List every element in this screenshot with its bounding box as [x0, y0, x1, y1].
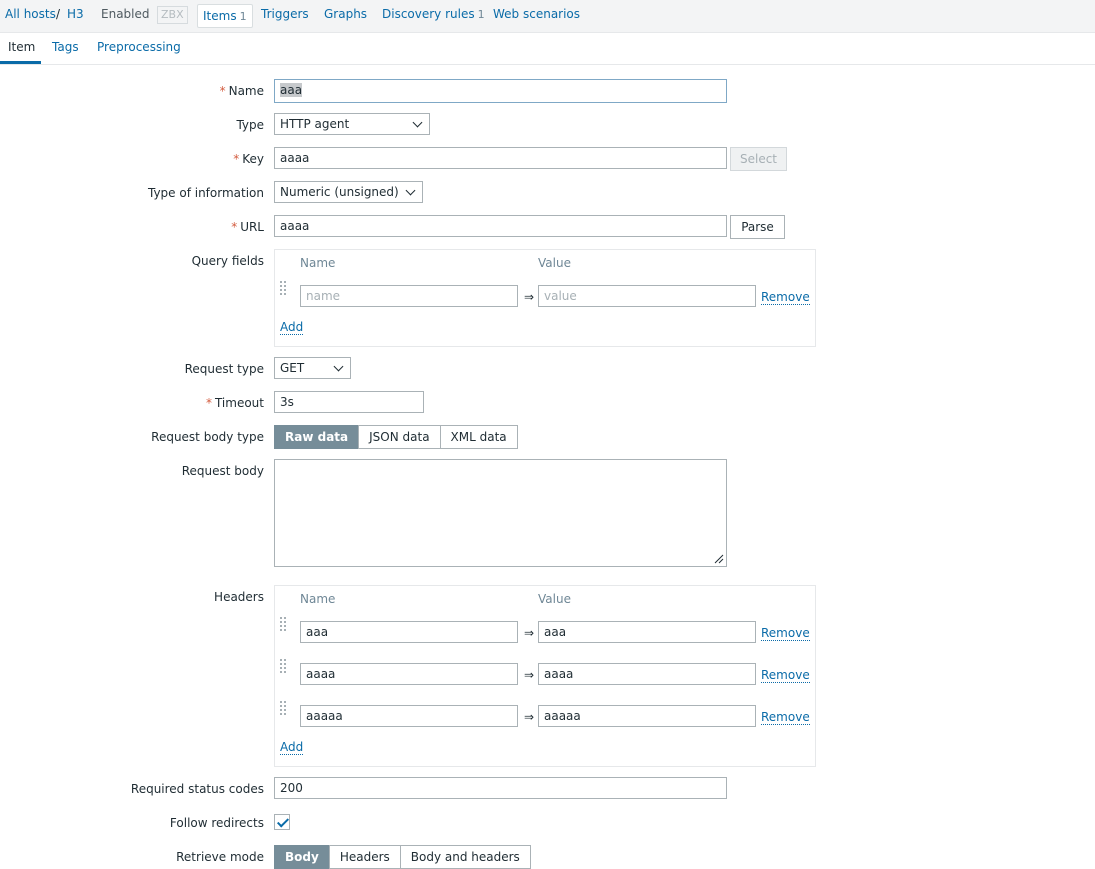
resize-handle-icon[interactable]	[714, 554, 724, 564]
drag-handle-icon[interactable]	[280, 281, 288, 297]
discovery-rules-link[interactable]: Discovery rules	[382, 7, 475, 21]
timeout-field[interactable]	[274, 391, 424, 413]
url-label-text: URL	[240, 220, 264, 234]
web-scenarios-link[interactable]: Web scenarios	[493, 7, 580, 21]
url-field[interactable]	[274, 215, 727, 237]
triggers-link[interactable]: Triggers	[261, 7, 309, 21]
discovery-count: 1	[477, 8, 485, 21]
follow-redirects-checkbox[interactable]	[274, 814, 290, 830]
header-value-input[interactable]	[538, 663, 756, 685]
timeout-label: * Timeout	[206, 396, 264, 410]
checkmark-icon	[276, 815, 290, 828]
key-field[interactable]	[274, 147, 727, 169]
host-navigation: All hosts / H3 Enabled ZBX Items 1 Trigge…	[0, 0, 1095, 33]
required-marker: *	[231, 220, 238, 234]
headers-table: Name Value ⇒ Remove ⇒ Remove ⇒ Remove Ad…	[274, 585, 816, 767]
header-name-input[interactable]	[300, 621, 518, 643]
discovery-rules-tab[interactable]: Discovery rules 1	[382, 7, 485, 21]
type-of-information-label: Type of information	[147, 186, 264, 200]
active-tab-indicator	[0, 61, 41, 64]
request-body-type-segmented: Raw data JSON data XML data	[274, 425, 518, 449]
query-fields-table: Name Value ⇒ Remove Add	[274, 249, 816, 347]
name-field[interactable]: aaa	[274, 79, 727, 103]
query-name-input[interactable]	[300, 285, 518, 307]
breadcrumb-separator: /	[56, 7, 61, 21]
headers-value-header: Value	[538, 592, 571, 606]
type-of-information-select[interactable]: Numeric (unsigned)	[274, 181, 423, 203]
body-and-headers-option[interactable]: Body and headers	[399, 845, 531, 869]
name-label: * Name	[220, 84, 264, 98]
headers-add-link[interactable]: Add	[280, 740, 304, 755]
key-label-text: Key	[242, 152, 264, 166]
graphs-link[interactable]: Graphs	[324, 7, 367, 21]
query-add-link[interactable]: Add	[280, 320, 304, 335]
query-name-header: Name	[300, 256, 336, 270]
arrow-icon: ⇒	[524, 668, 535, 682]
arrow-icon: ⇒	[524, 710, 535, 724]
type-label: Type	[236, 118, 264, 132]
tab-item[interactable]: Item	[8, 40, 35, 54]
tab-tags[interactable]: Tags	[52, 40, 79, 54]
items-count: 1	[239, 10, 247, 23]
items-link[interactable]: Items	[203, 9, 237, 23]
body-option[interactable]: Body	[274, 845, 330, 869]
tab-preprocessing[interactable]: Preprocessing	[97, 40, 181, 54]
request-body-type-label: Request body type	[151, 430, 264, 444]
chevron-down-icon	[405, 185, 416, 196]
query-remove-link[interactable]: Remove	[761, 290, 810, 305]
type-of-information-value: Numeric (unsigned)	[280, 185, 399, 199]
headers-label: Headers	[214, 590, 264, 604]
status-codes-field[interactable]	[274, 777, 727, 799]
request-type-select[interactable]: GET	[274, 357, 351, 379]
headers-option[interactable]: Headers	[328, 845, 401, 869]
xml-data-option[interactable]: XML data	[439, 425, 518, 449]
type-value: HTTP agent	[280, 117, 350, 131]
header-value-input[interactable]	[538, 621, 756, 643]
zbx-availability-badge: ZBX	[157, 6, 188, 24]
key-label: * Key	[233, 152, 264, 166]
request-body-textarea[interactable]	[274, 459, 727, 567]
header-value-input[interactable]	[538, 705, 756, 727]
key-select-button[interactable]: Select	[730, 147, 787, 171]
arrow-icon: ⇒	[524, 290, 535, 304]
header-remove-link[interactable]: Remove	[761, 626, 810, 641]
follow-redirects-label: Follow redirects	[169, 816, 264, 830]
name-value: aaa	[280, 83, 303, 97]
host-status: Enabled	[101, 7, 150, 21]
required-marker: *	[233, 152, 240, 166]
drag-handle-icon[interactable]	[280, 617, 288, 633]
query-value-input[interactable]	[538, 285, 756, 307]
query-value-header: Value	[538, 256, 571, 270]
request-type-label: Request type	[184, 362, 264, 376]
arrow-icon: ⇒	[524, 626, 535, 640]
host-link[interactable]: H3	[67, 7, 84, 21]
header-name-input[interactable]	[300, 705, 518, 727]
headers-name-header: Name	[300, 592, 336, 606]
query-fields-label: Query fields	[191, 254, 264, 268]
required-marker: *	[205, 396, 212, 410]
request-body-label: Request body	[181, 464, 264, 478]
drag-handle-icon[interactable]	[280, 659, 288, 675]
type-select[interactable]: HTTP agent	[274, 113, 430, 135]
raw-data-option[interactable]: Raw data	[274, 425, 360, 449]
chevron-down-icon	[412, 117, 423, 128]
name-label-text: Name	[228, 84, 264, 98]
header-remove-link[interactable]: Remove	[761, 668, 810, 683]
retrieve-mode-segmented: Body Headers Body and headers	[274, 845, 531, 869]
chevron-down-icon	[333, 361, 344, 372]
timeout-label-text: Timeout	[214, 396, 264, 410]
all-hosts-link[interactable]: All hosts	[5, 7, 56, 21]
request-type-value: GET	[280, 361, 305, 375]
retrieve-mode-label: Retrieve mode	[176, 850, 264, 864]
header-remove-link[interactable]: Remove	[761, 710, 810, 725]
url-label: * URL	[231, 220, 264, 234]
form-tabs: Item Tags Preprocessing	[0, 32, 1095, 65]
status-codes-label: Required status codes	[130, 782, 264, 796]
items-tab[interactable]: Items 1	[197, 4, 253, 28]
json-data-option[interactable]: JSON data	[358, 425, 441, 449]
drag-handle-icon[interactable]	[280, 701, 288, 717]
required-marker: *	[219, 84, 226, 98]
header-name-input[interactable]	[300, 663, 518, 685]
parse-button[interactable]: Parse	[730, 215, 785, 239]
